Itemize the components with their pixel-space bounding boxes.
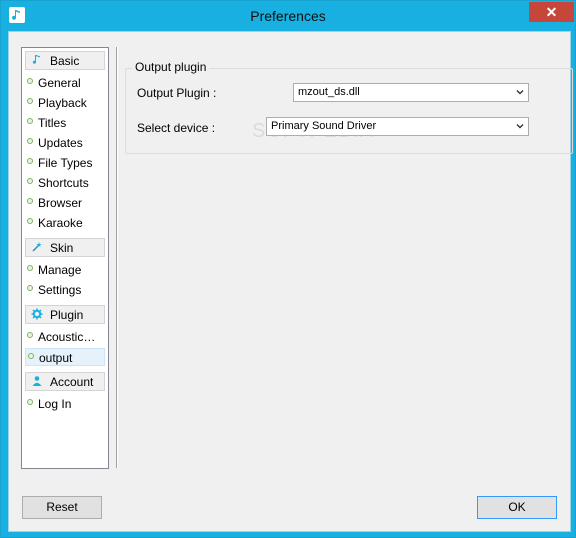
bullet-icon bbox=[27, 285, 33, 291]
bullet-icon bbox=[28, 353, 34, 359]
sidebar-item-karaoke[interactable]: Karaoke bbox=[25, 214, 105, 232]
category-sidebar: Basic General Playback Titles Updates Fi… bbox=[21, 47, 109, 469]
bullet-icon bbox=[27, 158, 33, 164]
reset-button[interactable]: Reset bbox=[22, 496, 102, 519]
bullet-icon bbox=[27, 78, 33, 84]
output-plugin-label: Output Plugin : bbox=[137, 86, 217, 100]
chevron-down-icon bbox=[516, 90, 524, 95]
category-label: Skin bbox=[50, 241, 74, 255]
category-label: Plugin bbox=[50, 308, 84, 322]
sidebar-item-log-in[interactable]: Log In bbox=[25, 395, 105, 413]
bullet-icon bbox=[27, 399, 33, 405]
category-basic[interactable]: Basic bbox=[25, 51, 105, 70]
bullet-icon bbox=[27, 218, 33, 224]
bullet-icon bbox=[27, 332, 33, 338]
user-icon bbox=[32, 376, 42, 386]
output-plugin-value: mzout_ds.dll bbox=[298, 86, 360, 98]
sidebar-item-general[interactable]: General bbox=[25, 74, 105, 92]
ok-button[interactable]: OK bbox=[477, 496, 557, 519]
sidebar-item-output[interactable]: output bbox=[25, 348, 105, 366]
bullet-icon bbox=[27, 118, 33, 124]
bullet-icon bbox=[27, 178, 33, 184]
chevron-down-icon bbox=[516, 124, 524, 129]
bullet-icon bbox=[27, 198, 33, 204]
sidebar-item-playback[interactable]: Playback bbox=[25, 94, 105, 112]
select-device-value: Primary Sound Driver bbox=[271, 120, 377, 132]
output-plugin-select[interactable]: mzout_ds.dll bbox=[293, 83, 529, 102]
gear-icon bbox=[31, 308, 43, 320]
sidebar-item-titles[interactable]: Titles bbox=[25, 114, 105, 132]
title-bar[interactable]: Preferences ✕ bbox=[1, 1, 575, 31]
bullet-icon bbox=[27, 98, 33, 104]
category-label: Basic bbox=[50, 54, 80, 68]
category-account[interactable]: Account bbox=[25, 372, 105, 391]
close-button[interactable]: ✕ bbox=[529, 2, 574, 22]
preferences-window: Preferences ✕ Basic General Playback Tit… bbox=[0, 0, 576, 538]
magic-wand-icon bbox=[32, 242, 42, 252]
sidebar-item-file-types[interactable]: File Types bbox=[25, 154, 105, 172]
select-device-label: Select device : bbox=[137, 121, 216, 135]
vertical-divider bbox=[116, 47, 118, 468]
select-device-select[interactable]: Primary Sound Driver bbox=[266, 117, 529, 136]
music-note-icon bbox=[32, 55, 40, 64]
group-title: Output plugin bbox=[132, 60, 210, 74]
sidebar-item-settings[interactable]: Settings bbox=[25, 281, 105, 299]
bullet-icon bbox=[27, 265, 33, 271]
sidebar-item-acoustic[interactable]: Acoustic… bbox=[25, 328, 105, 346]
client-area: Basic General Playback Titles Updates Fi… bbox=[8, 31, 573, 532]
sidebar-item-browser[interactable]: Browser bbox=[25, 194, 105, 212]
window-title: Preferences bbox=[250, 8, 326, 24]
category-label: Account bbox=[50, 375, 94, 389]
category-plugin[interactable]: Plugin bbox=[25, 305, 105, 324]
sidebar-item-shortcuts[interactable]: Shortcuts bbox=[25, 174, 105, 192]
bullet-icon bbox=[27, 138, 33, 144]
sidebar-item-manage[interactable]: Manage bbox=[25, 261, 105, 279]
sidebar-item-updates[interactable]: Updates bbox=[25, 134, 105, 152]
category-skin[interactable]: Skin bbox=[25, 238, 105, 257]
